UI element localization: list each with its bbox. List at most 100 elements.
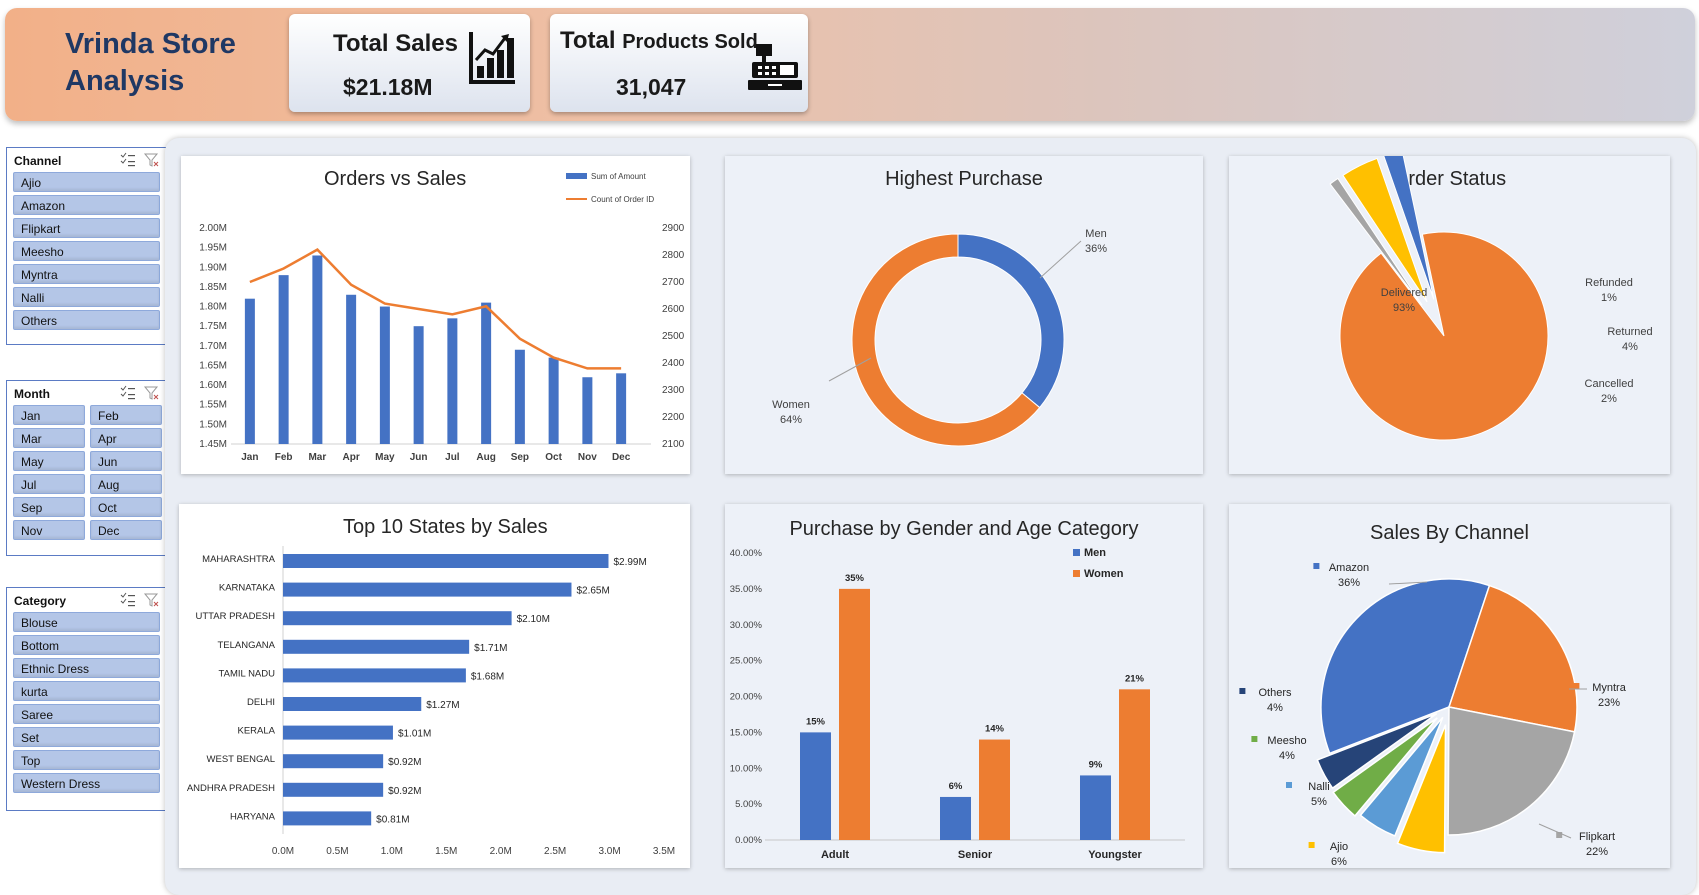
bar-state-sales (283, 811, 372, 826)
bar-state-sales (283, 611, 512, 626)
slice-label-delivered: Delivered (1381, 287, 1427, 299)
bar-women (839, 588, 870, 840)
slicer-item-apr[interactable]: Apr (90, 428, 162, 448)
slice-pct-cancelled: 2% (1601, 393, 1617, 405)
slicer-item-jan[interactable]: Jan (13, 405, 85, 425)
slicer-item-jul[interactable]: Jul (13, 474, 85, 494)
legend-swatch-others (1239, 688, 1246, 694)
clear-filter-icon[interactable] (143, 153, 159, 167)
x-axis-tick: Sep (511, 452, 529, 463)
slicer-item-nov[interactable]: Nov (13, 520, 85, 540)
legend-swatch-ajio (1308, 842, 1315, 848)
slicer-item-western-dress[interactable]: Western Dress (13, 773, 160, 793)
bar-state-sales (283, 639, 470, 654)
bar-sum-of-amount (514, 349, 525, 444)
y-axis-left-tick: 2.00M (199, 223, 227, 234)
bar-men (800, 732, 831, 840)
slicer-item-may[interactable]: May (13, 451, 85, 471)
clear-filter-icon[interactable] (143, 386, 159, 400)
slice-pct-flipkart: 22% (1586, 846, 1608, 858)
slicer-item-bottom[interactable]: Bottom (13, 635, 160, 655)
slicer-channel-title: Channel (14, 154, 62, 168)
y-axis-tick: KERALA (238, 726, 276, 737)
slicer-item-oct[interactable]: Oct (90, 497, 162, 517)
bar-sum-of-amount (346, 294, 357, 444)
slice-label-women: Women (772, 399, 810, 411)
kpi-total-sales-title: Total Sales (333, 30, 458, 57)
y-axis-tick: 0.00% (735, 835, 762, 846)
x-axis-tick: 3.5M (653, 846, 675, 857)
slicer-item-mar[interactable]: Mar (13, 428, 85, 448)
slice-pct-nalli: 5% (1311, 796, 1327, 808)
x-axis-tick: Senior (958, 849, 993, 861)
y-axis-right-tick: 2900 (662, 223, 685, 234)
clear-filter-icon[interactable] (143, 593, 159, 607)
bar-value-label: $0.92M (388, 757, 421, 768)
slicer-item-saree[interactable]: Saree (13, 704, 160, 724)
slicer-item-ethnic-dress[interactable]: Ethnic Dress (13, 658, 160, 678)
slice-pct-myntra: 23% (1598, 697, 1620, 709)
slicer-item-nalli[interactable]: Nalli (13, 287, 160, 307)
slicer-item-sep[interactable]: Sep (13, 497, 85, 517)
bar-value-label: $0.92M (388, 786, 421, 797)
bar-sum-of-amount (582, 377, 593, 444)
order-status-chart: Delivered 93% Refunded 1% Returned 4% Cancelle… (1329, 156, 1653, 441)
slice-label-flipkart: Flipkart (1579, 831, 1615, 843)
slicer-category-title: Category (14, 594, 67, 608)
y-axis-left-tick: 1.55M (199, 400, 227, 411)
x-axis-tick: Feb (275, 452, 293, 463)
panel-gender-age: Purchase by Gender and Age Category 0.00… (725, 504, 1203, 868)
y-axis-tick: HARYANA (230, 811, 276, 822)
y-axis-right-tick: 2300 (662, 385, 685, 396)
slicer-item-meesho[interactable]: Meesho (13, 241, 160, 261)
bar-value-label: $1.71M (474, 643, 507, 654)
bar-sum-of-amount (548, 357, 559, 444)
panel-orders-vs-sales: Orders vs Sales 1.45M 1.50M 1.55M 1.60M 1.65… (181, 156, 690, 474)
slice-pct-returned: 4% (1622, 341, 1638, 353)
legend-swatch-men (1073, 549, 1080, 556)
y-axis-right-tick: 2100 (662, 439, 685, 450)
legend-swatch-nalli (1286, 782, 1292, 788)
multi-select-icon[interactable] (120, 592, 135, 607)
slicer-item-set[interactable]: Set (13, 727, 160, 747)
kpi-total-sales: Total Sales $21.18M (289, 14, 530, 112)
multi-select-icon[interactable] (120, 385, 135, 400)
y-axis-tick: UTTAR PRADESH (195, 611, 275, 622)
slice-pct-others: 4% (1267, 702, 1283, 714)
bar-state-sales (283, 754, 384, 769)
multi-select-icon[interactable] (120, 152, 135, 167)
donut-slice-men (957, 233, 1065, 409)
y-axis-right-tick: 2200 (662, 412, 685, 423)
legend-swatch-amazon (1313, 563, 1320, 569)
bar-sum-of-amount (312, 255, 323, 444)
slicer-item-amazon[interactable]: Amazon (13, 195, 160, 215)
slicer-item-myntra[interactable]: Myntra (13, 264, 160, 284)
slicer-item-feb[interactable]: Feb (90, 405, 162, 425)
slice-label-returned: Returned (1607, 326, 1652, 338)
slicer-item-top[interactable]: Top (13, 750, 160, 770)
y-axis-right-tick: 2500 (662, 331, 685, 342)
bar-sum-of-amount (379, 306, 390, 444)
slicer-item-kurta[interactable]: kurta (13, 681, 160, 701)
line-count-of-order-id (249, 248, 622, 370)
slicer-item-ajio[interactable]: Ajio (13, 172, 160, 192)
panel-highest-purchase: Highest Purchase Men 36% Women 64% (725, 156, 1203, 474)
slicer-item-jun[interactable]: Jun (90, 451, 162, 471)
bar-women (1119, 689, 1150, 840)
bar-value-label: 6% (949, 781, 963, 792)
y-axis-tick: 35.00% (730, 584, 763, 595)
y-axis-left-tick: 1.45M (199, 439, 227, 450)
slice-pct-meesho: 4% (1279, 750, 1295, 762)
slicer-item-others[interactable]: Others (13, 310, 160, 330)
legend-swatch-sum-of-amount (566, 173, 587, 179)
y-axis-tick: KARNATAKA (219, 583, 276, 594)
slicer-item-blouse[interactable]: Blouse (13, 612, 160, 632)
bar-state-sales (283, 697, 422, 711)
slicer-item-aug[interactable]: Aug (90, 474, 162, 494)
panel-order-status: Order Status Delivered 93% Refunded 1% Retur… (1229, 156, 1670, 474)
kpi-products-sold: Total Products Sold 31,047 (550, 14, 808, 112)
slicer-item-dec[interactable]: Dec (90, 520, 162, 540)
slicer-item-flipkart[interactable]: Flipkart (13, 218, 160, 238)
y-axis-tick: MAHARASHTRA (202, 554, 276, 565)
y-axis-tick: 40.00% (730, 548, 763, 559)
